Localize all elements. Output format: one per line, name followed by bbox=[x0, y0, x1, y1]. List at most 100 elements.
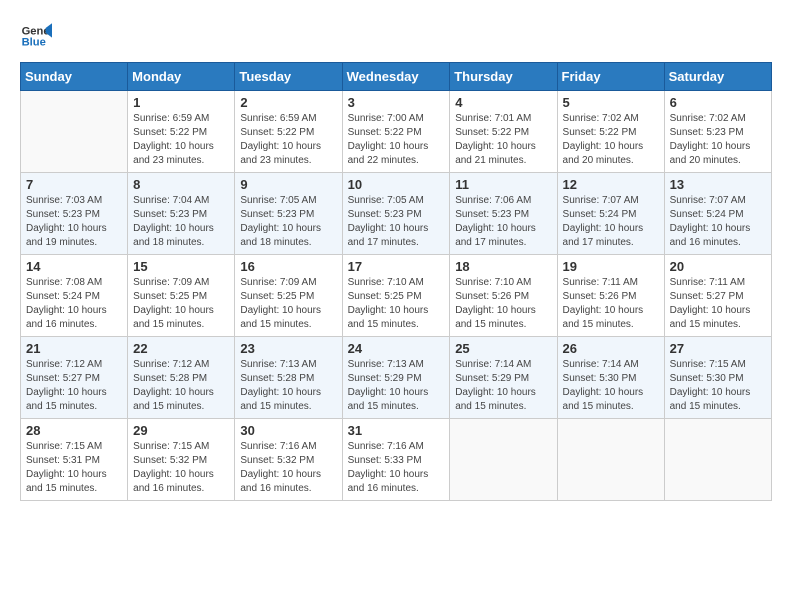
calendar-cell: 26 Sunrise: 7:14 AMSunset: 5:30 PMDayligh… bbox=[557, 337, 664, 419]
day-number: 15 bbox=[133, 259, 229, 274]
calendar-cell: 12 Sunrise: 7:07 AMSunset: 5:24 PMDayligh… bbox=[557, 173, 664, 255]
day-info: Sunrise: 7:12 AMSunset: 5:28 PMDaylight:… bbox=[133, 358, 229, 414]
day-number: 8 bbox=[133, 177, 229, 192]
calendar-cell: 3Sunrise: 7:00 AMSunset: 5:22 PMDaylight… bbox=[342, 91, 450, 173]
day-info: Sunrise: 7:11 AMSunset: 5:26 PMDaylight:… bbox=[563, 276, 659, 332]
day-info: Sunrise: 7:08 AMSunset: 5:24 PMDaylight:… bbox=[26, 276, 122, 332]
day-number: 10 bbox=[348, 177, 445, 192]
day-info: Sunrise: 7:16 AMSunset: 5:32 PMDaylight:… bbox=[240, 440, 336, 496]
calendar-cell: 14 Sunrise: 7:08 AMSunset: 5:24 PMDayligh… bbox=[21, 255, 128, 337]
day-number: 25 bbox=[455, 341, 551, 356]
calendar-week-row: 21 Sunrise: 7:12 AMSunset: 5:27 PMDayligh… bbox=[21, 337, 772, 419]
day-number: 26 bbox=[563, 341, 659, 356]
calendar-cell: 6Sunrise: 7:02 AMSunset: 5:23 PMDaylight… bbox=[664, 91, 771, 173]
day-number: 21 bbox=[26, 341, 122, 356]
day-info: Sunrise: 7:14 AMSunset: 5:30 PMDaylight:… bbox=[563, 358, 659, 414]
day-info: Sunrise: 7:13 AMSunset: 5:29 PMDaylight:… bbox=[348, 358, 445, 414]
day-info: Sunrise: 6:59 AMSunset: 5:22 PMDaylight:… bbox=[240, 112, 336, 168]
calendar-cell: 20 Sunrise: 7:11 AMSunset: 5:27 PMDayligh… bbox=[664, 255, 771, 337]
day-info: Sunrise: 7:01 AMSunset: 5:22 PMDaylight:… bbox=[455, 112, 551, 168]
day-info: Sunrise: 7:15 AMSunset: 5:32 PMDaylight:… bbox=[133, 440, 229, 496]
calendar-cell: 7Sunrise: 7:03 AMSunset: 5:23 PMDaylight… bbox=[21, 173, 128, 255]
day-number: 29 bbox=[133, 423, 229, 438]
day-number: 27 bbox=[670, 341, 766, 356]
calendar-cell: 23Sunrise: 7:13 AMSunset: 5:28 PMDayligh… bbox=[235, 337, 342, 419]
calendar-cell: 27 Sunrise: 7:15 AMSunset: 5:30 PMDayligh… bbox=[664, 337, 771, 419]
day-number: 14 bbox=[26, 259, 122, 274]
calendar-cell bbox=[450, 419, 557, 501]
calendar-cell bbox=[21, 91, 128, 173]
day-header-thursday: Thursday bbox=[450, 63, 557, 91]
calendar-week-row: 28 Sunrise: 7:15 AMSunset: 5:31 PMDayligh… bbox=[21, 419, 772, 501]
day-number: 18 bbox=[455, 259, 551, 274]
calendar-cell: 11 Sunrise: 7:06 AMSunset: 5:23 PMDayligh… bbox=[450, 173, 557, 255]
day-number: 20 bbox=[670, 259, 766, 274]
day-info: Sunrise: 7:11 AMSunset: 5:27 PMDaylight:… bbox=[670, 276, 766, 332]
day-number: 19 bbox=[563, 259, 659, 274]
day-info: Sunrise: 7:09 AMSunset: 5:25 PMDaylight:… bbox=[240, 276, 336, 332]
day-number: 6 bbox=[670, 95, 766, 110]
calendar-cell bbox=[664, 419, 771, 501]
day-number: 30 bbox=[240, 423, 336, 438]
day-info: Sunrise: 7:14 AMSunset: 5:29 PMDaylight:… bbox=[455, 358, 551, 414]
calendar-week-row: 7Sunrise: 7:03 AMSunset: 5:23 PMDaylight… bbox=[21, 173, 772, 255]
day-header-sunday: Sunday bbox=[21, 63, 128, 91]
day-number: 7 bbox=[26, 177, 122, 192]
day-number: 13 bbox=[670, 177, 766, 192]
day-number: 11 bbox=[455, 177, 551, 192]
calendar-cell: 10 Sunrise: 7:05 AMSunset: 5:23 PMDayligh… bbox=[342, 173, 450, 255]
calendar-cell: 1 Sunrise: 6:59 AMSunset: 5:22 PMDaylight… bbox=[128, 91, 235, 173]
calendar-cell: 30 Sunrise: 7:16 AMSunset: 5:32 PMDayligh… bbox=[235, 419, 342, 501]
calendar-cell: 25 Sunrise: 7:14 AMSunset: 5:29 PMDayligh… bbox=[450, 337, 557, 419]
day-header-tuesday: Tuesday bbox=[235, 63, 342, 91]
calendar-cell: 24 Sunrise: 7:13 AMSunset: 5:29 PMDayligh… bbox=[342, 337, 450, 419]
calendar-cell: 9 Sunrise: 7:05 AMSunset: 5:23 PMDaylight… bbox=[235, 173, 342, 255]
day-info: Sunrise: 6:59 AMSunset: 5:22 PMDaylight:… bbox=[133, 112, 229, 168]
day-info: Sunrise: 7:06 AMSunset: 5:23 PMDaylight:… bbox=[455, 194, 551, 250]
day-number: 24 bbox=[348, 341, 445, 356]
calendar-cell: 31 Sunrise: 7:16 AMSunset: 5:33 PMDayligh… bbox=[342, 419, 450, 501]
calendar-week-row: 14 Sunrise: 7:08 AMSunset: 5:24 PMDayligh… bbox=[21, 255, 772, 337]
day-info: Sunrise: 7:10 AMSunset: 5:25 PMDaylight:… bbox=[348, 276, 445, 332]
day-number: 17 bbox=[348, 259, 445, 274]
calendar-header-row: SundayMondayTuesdayWednesdayThursdayFrid… bbox=[21, 63, 772, 91]
calendar-cell bbox=[557, 419, 664, 501]
page-header: General Blue bbox=[20, 20, 772, 52]
day-info: Sunrise: 7:16 AMSunset: 5:33 PMDaylight:… bbox=[348, 440, 445, 496]
day-info: Sunrise: 7:05 AMSunset: 5:23 PMDaylight:… bbox=[348, 194, 445, 250]
svg-text:Blue: Blue bbox=[22, 37, 46, 49]
day-info: Sunrise: 7:15 AMSunset: 5:31 PMDaylight:… bbox=[26, 440, 122, 496]
day-number: 31 bbox=[348, 423, 445, 438]
day-number: 28 bbox=[26, 423, 122, 438]
day-number: 1 bbox=[133, 95, 229, 110]
day-number: 23 bbox=[240, 341, 336, 356]
day-info: Sunrise: 7:02 AMSunset: 5:22 PMDaylight:… bbox=[563, 112, 659, 168]
day-info: Sunrise: 7:12 AMSunset: 5:27 PMDaylight:… bbox=[26, 358, 122, 414]
day-number: 3 bbox=[348, 95, 445, 110]
day-number: 4 bbox=[455, 95, 551, 110]
day-number: 22 bbox=[133, 341, 229, 356]
day-info: Sunrise: 7:05 AMSunset: 5:23 PMDaylight:… bbox=[240, 194, 336, 250]
calendar-cell: 18Sunrise: 7:10 AMSunset: 5:26 PMDayligh… bbox=[450, 255, 557, 337]
calendar-cell: 29 Sunrise: 7:15 AMSunset: 5:32 PMDayligh… bbox=[128, 419, 235, 501]
calendar-cell: 17 Sunrise: 7:10 AMSunset: 5:25 PMDayligh… bbox=[342, 255, 450, 337]
day-number: 12 bbox=[563, 177, 659, 192]
day-header-friday: Friday bbox=[557, 63, 664, 91]
calendar-cell: 19 Sunrise: 7:11 AMSunset: 5:26 PMDayligh… bbox=[557, 255, 664, 337]
calendar-cell: 4 Sunrise: 7:01 AMSunset: 5:22 PMDaylight… bbox=[450, 91, 557, 173]
calendar-week-row: 1 Sunrise: 6:59 AMSunset: 5:22 PMDaylight… bbox=[21, 91, 772, 173]
day-info: Sunrise: 7:15 AMSunset: 5:30 PMDaylight:… bbox=[670, 358, 766, 414]
day-info: Sunrise: 7:09 AMSunset: 5:25 PMDaylight:… bbox=[133, 276, 229, 332]
calendar-cell: 28 Sunrise: 7:15 AMSunset: 5:31 PMDayligh… bbox=[21, 419, 128, 501]
day-info: Sunrise: 7:07 AMSunset: 5:24 PMDaylight:… bbox=[670, 194, 766, 250]
calendar-cell: 13 Sunrise: 7:07 AMSunset: 5:24 PMDayligh… bbox=[664, 173, 771, 255]
calendar-cell: 5 Sunrise: 7:02 AMSunset: 5:22 PMDaylight… bbox=[557, 91, 664, 173]
day-number: 2 bbox=[240, 95, 336, 110]
day-number: 5 bbox=[563, 95, 659, 110]
day-number: 9 bbox=[240, 177, 336, 192]
calendar-cell: 2 Sunrise: 6:59 AMSunset: 5:22 PMDaylight… bbox=[235, 91, 342, 173]
calendar-cell: 21 Sunrise: 7:12 AMSunset: 5:27 PMDayligh… bbox=[21, 337, 128, 419]
day-info: Sunrise: 7:07 AMSunset: 5:24 PMDaylight:… bbox=[563, 194, 659, 250]
logo: General Blue bbox=[20, 20, 52, 52]
day-info: Sunrise: 7:04 AMSunset: 5:23 PMDaylight:… bbox=[133, 194, 229, 250]
